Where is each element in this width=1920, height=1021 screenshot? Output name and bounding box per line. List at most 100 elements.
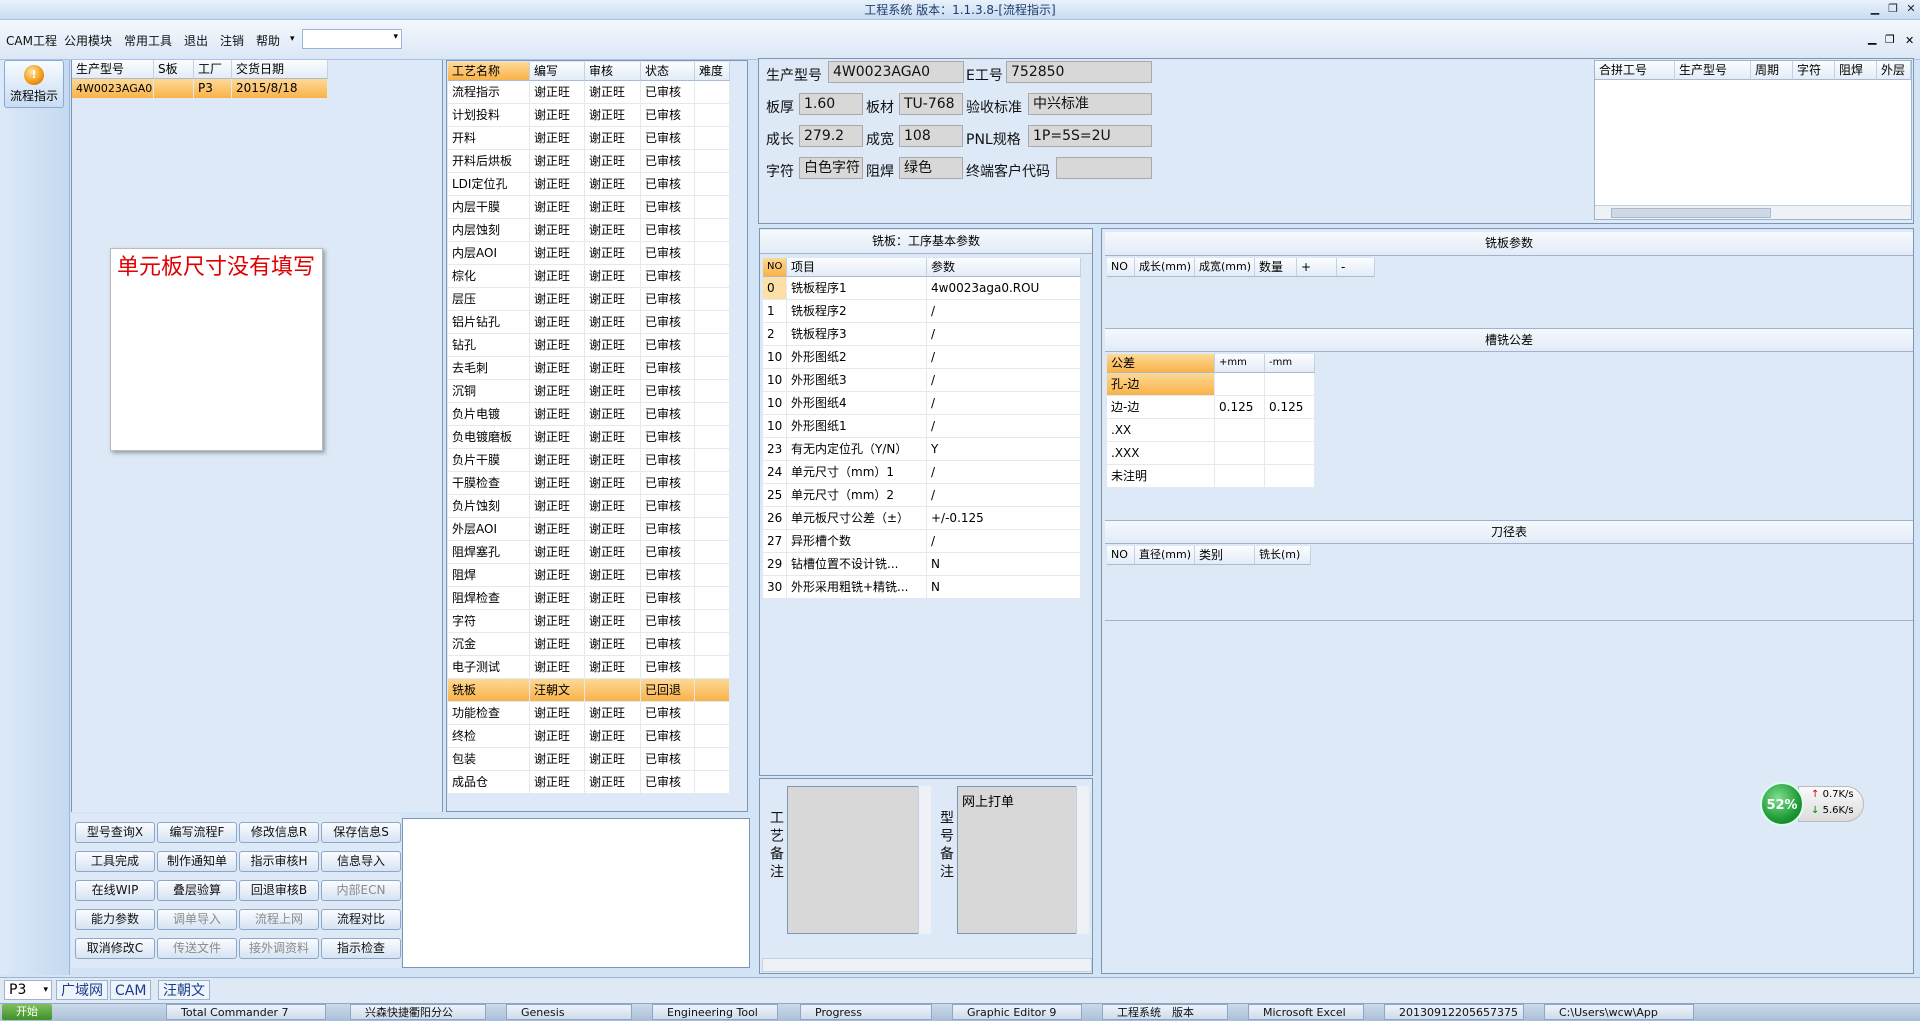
table-row[interactable]: 10 外形图纸4/ bbox=[763, 392, 1081, 415]
menu-exit[interactable]: 退出 bbox=[184, 32, 208, 49]
action-button[interactable]: 流程对比 bbox=[321, 909, 401, 930]
table-row[interactable]: 10 外形图纸2/ bbox=[763, 346, 1081, 369]
table-row[interactable]: 边-边 0.125 0.125 bbox=[1107, 396, 1315, 419]
table-row[interactable]: 电子测试 谢正旺 谢正旺 已审核 bbox=[448, 656, 730, 679]
action-button[interactable]: 制作通知单 bbox=[157, 851, 237, 872]
taskbar-item[interactable]: Graphic Editor 9 bbox=[952, 1004, 1082, 1020]
action-button[interactable]: 内部ECN bbox=[321, 880, 401, 901]
col-header[interactable]: 类别 bbox=[1195, 546, 1255, 565]
taskbar-item[interactable]: 20130912205657375 bbox=[1384, 1004, 1524, 1020]
col-header[interactable]: -mm bbox=[1265, 354, 1315, 373]
table-row[interactable]: 字符 谢正旺 谢正旺 已审核 bbox=[448, 610, 730, 633]
table-row[interactable]: 开料 谢正旺 谢正旺 已审核 bbox=[448, 127, 730, 150]
mask-field[interactable]: 绿色 bbox=[899, 157, 963, 179]
taskbar-item[interactable]: 工程系统 版本 bbox=[1102, 1004, 1228, 1020]
menu-dropdown-icon[interactable]: ▾ bbox=[290, 34, 295, 44]
factory-select[interactable]: P3 ▾ bbox=[4, 980, 52, 1000]
col-header[interactable]: 工艺名称 bbox=[448, 62, 530, 81]
col-header[interactable]: S板 bbox=[154, 60, 194, 79]
table-row[interactable]: 层压 谢正旺 谢正旺 已审核 bbox=[448, 288, 730, 311]
table-row[interactable]: 1 铣板程序2/ bbox=[763, 300, 1081, 323]
horizontal-scrollbar[interactable] bbox=[762, 958, 1092, 972]
col-header[interactable]: 生产型号 bbox=[72, 60, 154, 79]
table-row[interactable]: 内层AOI 谢正旺 谢正旺 已审核 bbox=[448, 242, 730, 265]
col-header[interactable]: 难度 bbox=[695, 62, 730, 81]
menu-restore-icon[interactable]: ❐ bbox=[1885, 33, 1895, 46]
col-header[interactable]: 工厂 bbox=[194, 60, 232, 79]
col-header[interactable]: 阻焊 bbox=[1835, 61, 1877, 80]
table-row[interactable]: 30 外形采用粗铣+精铣... N bbox=[763, 576, 1081, 599]
table-row[interactable]: 负片干膜 谢正旺 谢正旺 已审核 bbox=[448, 449, 730, 472]
col-header[interactable]: 直径(mm) bbox=[1135, 546, 1195, 565]
scroll-thumb[interactable] bbox=[1611, 208, 1771, 218]
col-header[interactable]: 项目 bbox=[787, 258, 927, 277]
table-row[interactable]: 4W0023AGA0 P3 2015/8/18 bbox=[72, 79, 328, 99]
thickness-field[interactable]: 1.60 bbox=[799, 93, 863, 115]
table-row[interactable]: 沉金 谢正旺 谢正旺 已审核 bbox=[448, 633, 730, 656]
table-row[interactable]: 阻焊塞孔 谢正旺 谢正旺 已审核 bbox=[448, 541, 730, 564]
table-row[interactable]: 内层干膜 谢正旺 谢正旺 已审核 bbox=[448, 196, 730, 219]
vertical-scrollbar[interactable] bbox=[1076, 786, 1089, 934]
col-header[interactable]: 成长(mm) bbox=[1135, 258, 1195, 277]
col-header[interactable]: 交货日期 bbox=[232, 60, 328, 79]
menu-close-icon[interactable]: ✕ bbox=[1905, 34, 1914, 47]
action-button[interactable]: 编写流程F bbox=[157, 822, 237, 843]
taskbar-item[interactable]: 兴森快捷衢阳分公 bbox=[350, 1004, 486, 1020]
menu-public[interactable]: 公用模块 bbox=[64, 32, 112, 49]
taskbar-item[interactable]: Total Commander 7 bbox=[166, 1004, 326, 1020]
menu-combo[interactable]: ▾ bbox=[302, 29, 402, 49]
col-header[interactable]: +mm bbox=[1215, 354, 1265, 373]
close-icon[interactable]: ✕ bbox=[1904, 2, 1918, 16]
table-row[interactable]: 26 单元板尺寸公差（±） +/-0.125 bbox=[763, 507, 1081, 530]
table-row[interactable]: 10 外形图纸1/ bbox=[763, 415, 1081, 438]
action-button[interactable]: 修改信息R bbox=[239, 822, 319, 843]
minimize-icon[interactable]: ▁ bbox=[1868, 2, 1882, 16]
table-row[interactable]: 0 铣板程序1 4w0023aga0.ROU bbox=[763, 277, 1081, 300]
menu-tools[interactable]: 常用工具 bbox=[124, 32, 172, 49]
table-row[interactable]: 沉铜 谢正旺 谢正旺 已审核 bbox=[448, 380, 730, 403]
table-row[interactable]: 去毛刺 谢正旺 谢正旺 已审核 bbox=[448, 357, 730, 380]
pnl-field[interactable]: 1P=5S=2U bbox=[1028, 125, 1152, 147]
table-row[interactable]: 干膜检查 谢正旺 谢正旺 已审核 bbox=[448, 472, 730, 495]
taskbar-item[interactable]: Microsoft Excel bbox=[1248, 1004, 1364, 1020]
menu-minimize-icon[interactable]: ▁ bbox=[1868, 32, 1876, 45]
table-row[interactable]: 孔-边 bbox=[1107, 373, 1315, 396]
table-row[interactable]: 外层AOI 谢正旺 谢正旺 已审核 bbox=[448, 518, 730, 541]
material-field[interactable]: TU-768 bbox=[899, 93, 963, 115]
action-button[interactable]: 指示检查 bbox=[321, 938, 401, 959]
table-row[interactable]: 27 异形槽个数 / bbox=[763, 530, 1081, 553]
col-header[interactable]: 铣长(m) bbox=[1255, 546, 1311, 565]
table-row[interactable]: 成品仓 谢正旺 谢正旺 已审核 bbox=[448, 771, 730, 794]
start-button[interactable]: 开始 bbox=[2, 1004, 52, 1020]
col-header[interactable]: - bbox=[1337, 258, 1375, 277]
net-meter[interactable]: ↑ 0.7K/s ↓ 5.6K/s 52% bbox=[1760, 782, 1864, 826]
taskbar-item[interactable]: Progress bbox=[800, 1004, 932, 1020]
col-header[interactable]: 生产型号 bbox=[1675, 61, 1751, 80]
col-header[interactable]: NO bbox=[763, 258, 787, 277]
action-button[interactable]: 保存信息S bbox=[321, 822, 401, 843]
col-header[interactable]: 参数 bbox=[927, 258, 1081, 277]
table-row[interactable]: 铣板 汪朝文 已回退 bbox=[448, 679, 730, 702]
table-row[interactable]: 终检 谢正旺 谢正旺 已审核 bbox=[448, 725, 730, 748]
table-row[interactable]: .XXX bbox=[1107, 442, 1315, 465]
nav-button-flow[interactable]: ! 流程指示 bbox=[4, 60, 64, 108]
vertical-scrollbar[interactable] bbox=[918, 786, 931, 934]
col-header[interactable]: 周期 bbox=[1751, 61, 1793, 80]
table-row[interactable]: 负电镀磨板 谢正旺 谢正旺 已审核 bbox=[448, 426, 730, 449]
col-header[interactable]: 状态 bbox=[641, 62, 695, 81]
action-button[interactable]: 流程上网 bbox=[239, 909, 319, 930]
taskbar-item[interactable]: C:\Users\wcw\App bbox=[1544, 1004, 1694, 1020]
width-field[interactable]: 108 bbox=[899, 125, 963, 147]
table-row[interactable]: 棕化 谢正旺 谢正旺 已审核 bbox=[448, 265, 730, 288]
table-row[interactable]: 10 外形图纸3/ bbox=[763, 369, 1081, 392]
table-row[interactable]: 计划投料 谢正旺 谢正旺 已审核 bbox=[448, 104, 730, 127]
col-header[interactable]: 公差 bbox=[1107, 354, 1215, 373]
action-button[interactable]: 能力参数 bbox=[75, 909, 155, 930]
table-row[interactable]: 25 单元尺寸（mm）2/ bbox=[763, 484, 1081, 507]
table-row[interactable]: 阻焊检查 谢正旺 谢正旺 已审核 bbox=[448, 587, 730, 610]
table-row[interactable]: 功能检查 谢正旺 谢正旺 已审核 bbox=[448, 702, 730, 725]
table-row[interactable]: 包装 谢正旺 谢正旺 已审核 bbox=[448, 748, 730, 771]
table-row[interactable]: 未注明 bbox=[1107, 465, 1315, 488]
char-field[interactable]: 白色字符 bbox=[799, 157, 863, 179]
action-button[interactable]: 指示审核H bbox=[239, 851, 319, 872]
